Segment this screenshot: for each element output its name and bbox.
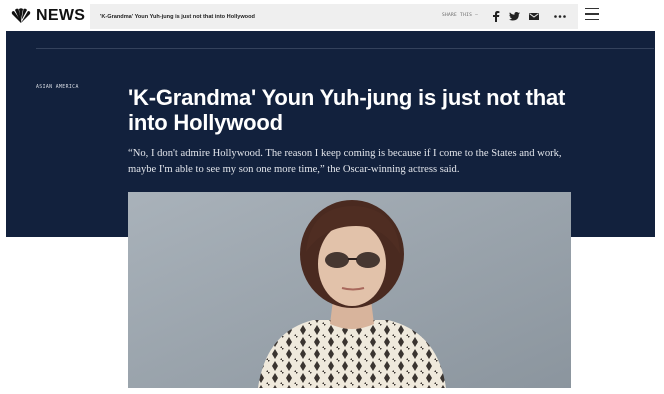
portrait-illustration <box>128 192 571 388</box>
article-dek: “No, I don't admire Hollywood. The reaso… <box>128 148 562 175</box>
share-label: SHARE THIS — <box>442 13 479 18</box>
hamburger-icon <box>585 8 599 10</box>
section-kicker[interactable]: ASIAN AMERICA <box>36 85 79 90</box>
divider <box>36 48 654 49</box>
twitter-share-button[interactable] <box>506 9 522 24</box>
hamburger-menu-button[interactable] <box>585 8 599 21</box>
sticky-headline-bar: 'K-Grandma' Youn Yuh-jung is just not th… <box>90 4 578 29</box>
twitter-icon <box>508 12 520 21</box>
sticky-article-title: 'K-Grandma' Youn Yuh-jung is just not th… <box>100 13 255 20</box>
brand-name: NEWS <box>36 7 86 24</box>
facebook-share-button[interactable] <box>488 9 504 24</box>
facebook-icon <box>493 11 500 22</box>
more-icon <box>554 15 566 18</box>
nbc-news-logo[interactable]: NEWS <box>10 6 85 26</box>
lead-photo <box>128 192 571 388</box>
article-title: 'K-Grandma' Youn Yuh-jung is just not th… <box>128 85 566 135</box>
top-nav: NEWS 'K-Grandma' Youn Yuh-jung is just n… <box>0 0 664 31</box>
more-options-button[interactable] <box>552 9 568 24</box>
peacock-icon <box>11 8 31 23</box>
email-icon <box>529 13 539 20</box>
email-share-button[interactable] <box>526 9 542 24</box>
